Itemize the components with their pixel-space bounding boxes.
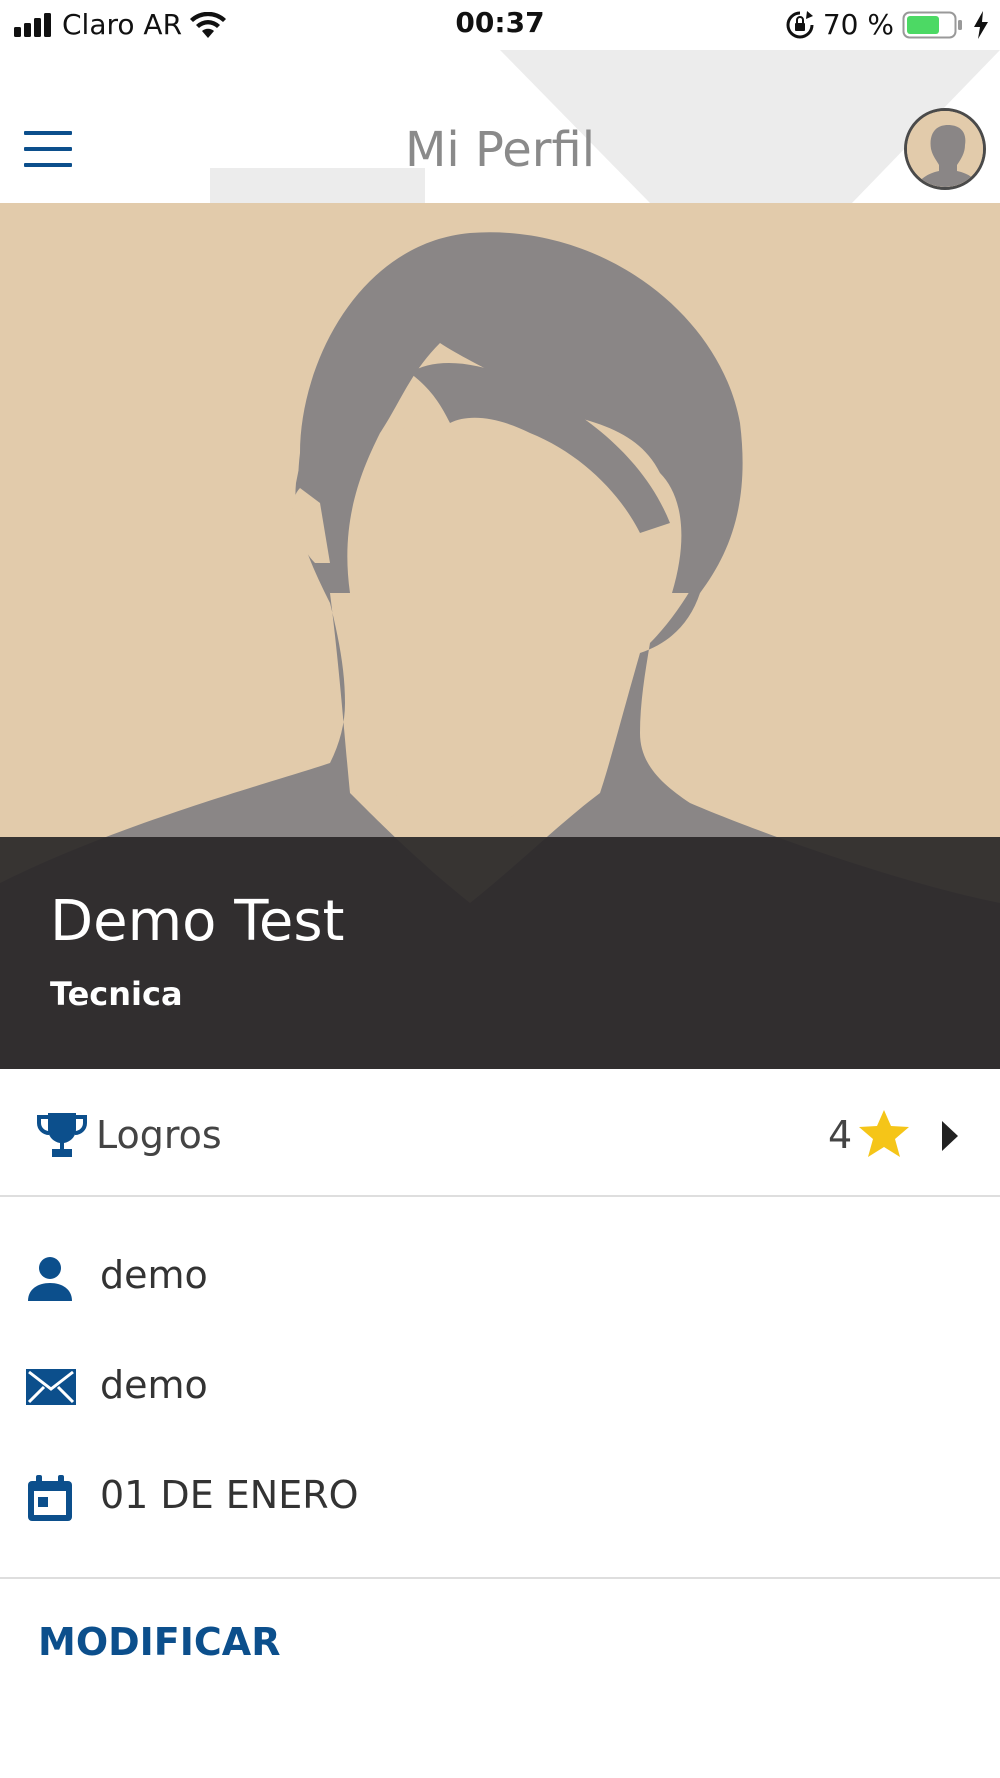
status-right: 70 % [785,8,990,41]
logros-row[interactable]: Logros 4 [0,1069,1000,1197]
email-row: demo [0,1335,1000,1435]
envelope-icon [26,1369,76,1405]
profile-hero: Demo Test Tecnica [0,203,1000,1069]
battery-percent: 70 % [822,8,894,41]
person-icon [28,1257,72,1301]
birthday-row: 01 DE ENERO [0,1445,1000,1545]
profile-name: Demo Test [50,889,345,954]
trophy-icon [37,1113,87,1157]
avatar[interactable] [904,108,986,190]
star-icon [859,1110,909,1157]
profile-role: Tecnica [50,975,183,1013]
username-value: demo [100,1253,208,1297]
birthday-value: 01 DE ENERO [100,1473,359,1517]
modify-button[interactable]: MODIFICAR [38,1620,280,1664]
username-row: demo [0,1225,1000,1325]
status-bar: Claro AR 00:37 70 % [0,0,1000,50]
logros-count: 4 [828,1113,853,1157]
battery-icon [902,11,962,38]
charging-icon [974,10,988,39]
divider [0,1577,1000,1579]
chevron-right-icon[interactable] [940,1121,960,1151]
page-title: Mi Perfil [404,122,596,178]
logros-label: Logros [96,1113,222,1157]
lock-rotation-icon [786,10,814,38]
email-value: demo [100,1363,208,1407]
calendar-icon [28,1475,72,1521]
